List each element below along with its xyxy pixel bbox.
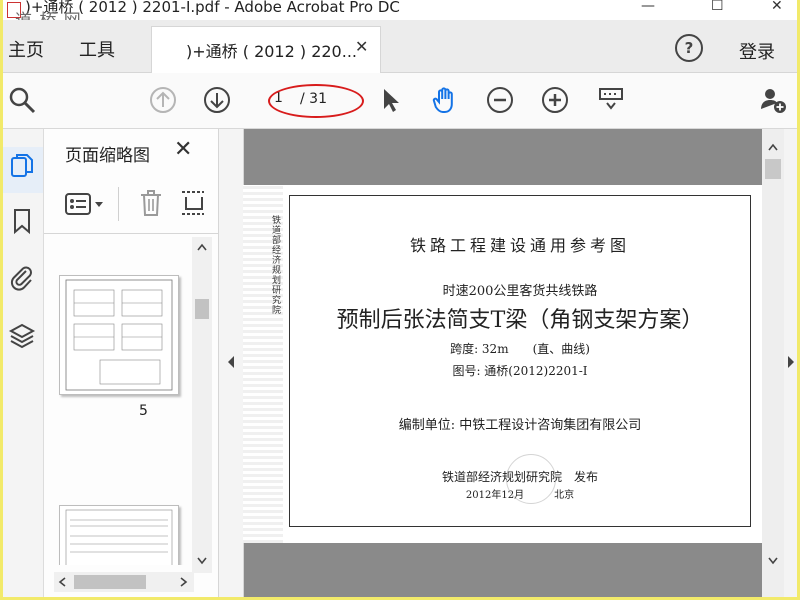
- toolbar-divider: [118, 187, 119, 221]
- pages-icon[interactable]: [8, 151, 36, 179]
- tab-close-icon[interactable]: ✕: [355, 37, 368, 56]
- cover-title: 预制后张法简支T梁（角钢支架方案）: [336, 308, 704, 333]
- page-number-field[interactable]: 1 / 31: [260, 84, 364, 118]
- panel-hscroll-thumb[interactable]: [74, 575, 146, 589]
- panel-toolbar: [44, 177, 218, 234]
- panel-horizontal-scrollbar[interactable]: [54, 572, 194, 592]
- attachment-icon[interactable]: [8, 263, 36, 291]
- home-menu[interactable]: 主页: [8, 36, 44, 62]
- scroll-mode-icon[interactable]: [596, 85, 626, 115]
- minimize-button[interactable]: —: [641, 0, 655, 14]
- maximize-button[interactable]: ☐: [711, 0, 724, 14]
- cover-subtitle: 时速200公里客货共线铁路: [442, 284, 598, 299]
- spine-text: 铁道部经济规划研究院: [270, 215, 280, 315]
- share-user-icon[interactable]: [758, 85, 788, 115]
- document-tab[interactable]: )+通桥 ( 2012 ) 220... ✕: [151, 26, 381, 73]
- title-bar: )+通桥 ( 2012 ) 2201-I.pdf - Adobe Acrobat…: [3, 0, 797, 31]
- zoom-out-icon[interactable]: [485, 85, 515, 115]
- bookmark-icon[interactable]: [8, 207, 36, 235]
- login-button[interactable]: 登录: [739, 38, 775, 64]
- page-down-icon[interactable]: [202, 85, 232, 115]
- doc-scroll-down-icon[interactable]: [768, 557, 778, 565]
- cover-header: 铁路工程建设通用参考图: [409, 236, 630, 255]
- menu-bar: 主页 工具 )+通桥 ( 2012 ) 220... ✕ ? 登录: [3, 20, 797, 73]
- red-annotation-circle: [268, 84, 364, 118]
- crop-pages-icon[interactable]: [180, 189, 206, 217]
- pdf-page: 铁道部经济规划研究院 铁路工程建设通用参考图 时速200公里客货共线铁路 预制后…: [243, 185, 763, 543]
- thumbnail-page-label: 5: [139, 403, 148, 419]
- layers-icon[interactable]: [8, 322, 36, 350]
- panel-close-icon[interactable]: ✕: [174, 137, 192, 162]
- doc-scroll-thumb[interactable]: [765, 159, 781, 179]
- scroll-down-arrow-icon[interactable]: [197, 557, 207, 565]
- scroll-right-arrow-icon[interactable]: [180, 577, 188, 587]
- search-icon[interactable]: [7, 85, 37, 115]
- right-pane-handle[interactable]: [784, 129, 797, 597]
- left-nav-rail: [3, 129, 44, 597]
- document-tab-title: )+通桥 ( 2012 ) 220...: [186, 42, 357, 61]
- doc-scroll-up-icon[interactable]: [768, 143, 778, 151]
- page-thumbnail[interactable]: [59, 505, 179, 565]
- close-window-button[interactable]: ✕: [771, 0, 783, 14]
- thumbnail-options-icon[interactable]: [64, 191, 108, 217]
- thumbnail-list: 5: [44, 235, 214, 565]
- scroll-left-arrow-icon[interactable]: [58, 577, 66, 587]
- official-seal: [506, 454, 556, 504]
- cover-drawing-number: 图号: 通桥(2012)2201-Ⅰ: [452, 364, 588, 378]
- tools-menu[interactable]: 工具: [79, 36, 115, 62]
- collapse-left-icon[interactable]: [227, 355, 235, 369]
- expand-right-pane-icon[interactable]: [787, 355, 795, 369]
- zoom-in-icon[interactable]: [540, 85, 570, 115]
- page-thumbnail[interactable]: [59, 275, 179, 395]
- thumbnails-panel: 页面缩略图 ✕ 5: [44, 129, 219, 597]
- cover-border: 铁路工程建设通用参考图 时速200公里客货共线铁路 预制后张法简支T梁（角钢支架…: [289, 195, 751, 527]
- cover-span: 跨度: 32m (直、曲线): [450, 342, 590, 356]
- panel-vertical-scrollbar[interactable]: [192, 237, 212, 573]
- delete-page-icon[interactable]: [138, 189, 164, 217]
- main-toolbar: 1 / 31: [3, 73, 797, 129]
- help-icon[interactable]: ?: [675, 34, 703, 62]
- page-up-icon[interactable]: [148, 85, 178, 115]
- panel-title: 页面缩略图: [65, 146, 150, 166]
- hand-icon[interactable]: [430, 85, 460, 115]
- document-vertical-scrollbar[interactable]: [762, 129, 784, 597]
- select-arrow-icon[interactable]: [376, 85, 406, 115]
- panel-scroll-thumb[interactable]: [195, 299, 209, 319]
- collapse-panel-handle[interactable]: [219, 129, 244, 597]
- scroll-up-arrow-icon[interactable]: [197, 243, 207, 251]
- cover-editor: 编制单位: 中铁工程设计咨询集团有限公司: [398, 418, 642, 433]
